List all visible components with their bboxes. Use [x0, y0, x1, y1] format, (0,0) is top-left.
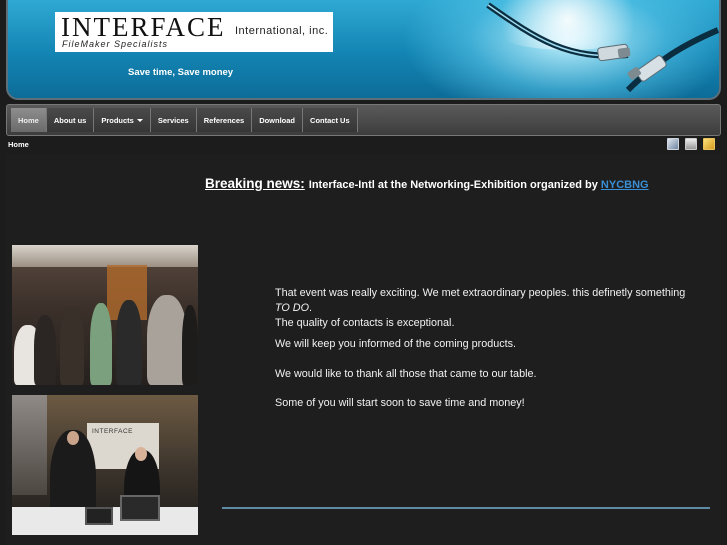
headline-text: Interface-Intl at the Networking-Exhibit…: [308, 179, 598, 191]
paragraph-2: The quality of contacts is exceptional.: [275, 317, 455, 329]
breadcrumb[interactable]: Home: [8, 140, 29, 149]
paragraph-5: Some of you will start soon to save time…: [275, 397, 525, 409]
booth-photo: INTERFACE: [12, 395, 198, 535]
main-nav: Home About us Products Services Referenc…: [6, 104, 721, 136]
nav-item-home[interactable]: Home: [11, 108, 47, 132]
nav-item-references[interactable]: References: [196, 108, 253, 132]
pdf-icon[interactable]: [667, 138, 679, 150]
logo-suffix: International, inc.: [235, 25, 329, 37]
chevron-down-icon: [136, 118, 143, 122]
paragraph-1: That event was really exciting. We met e…: [275, 287, 686, 314]
nav-item-contact-us[interactable]: Contact Us: [303, 108, 358, 132]
nav-item-download[interactable]: Download: [252, 108, 304, 132]
nav-item-about-us[interactable]: About us: [46, 108, 95, 132]
booth-sign: INTERFACE: [92, 428, 133, 435]
email-icon[interactable]: [703, 138, 715, 150]
article-body: That event was really exciting. We met e…: [275, 286, 695, 411]
print-icon[interactable]: [685, 138, 697, 150]
breaking-news-label: Breaking news:: [205, 176, 305, 191]
tagline: Save time, Save money: [128, 67, 234, 78]
nav-item-products[interactable]: Products: [94, 108, 151, 132]
fiber-cable-illustration: [486, 2, 719, 93]
logo-subtitle: FileMaker Specialists: [62, 39, 169, 49]
company-logo[interactable]: INTERFACE International, inc. FileMaker …: [55, 12, 333, 52]
article-tools: [667, 138, 715, 150]
nycbng-link[interactable]: NYCBNG: [601, 179, 649, 191]
event-crowd-photo: [12, 245, 198, 385]
header-banner: INTERFACE International, inc. FileMaker …: [6, 0, 721, 100]
paragraph-4: We would like to thank all those that ca…: [275, 368, 537, 380]
article-headline: Breaking news: Interface-Intl at the Netw…: [205, 176, 649, 191]
paragraph-3: We will keep you informed of the coming …: [275, 338, 517, 350]
divider: [222, 507, 710, 509]
nav-item-services[interactable]: Services: [150, 108, 197, 132]
